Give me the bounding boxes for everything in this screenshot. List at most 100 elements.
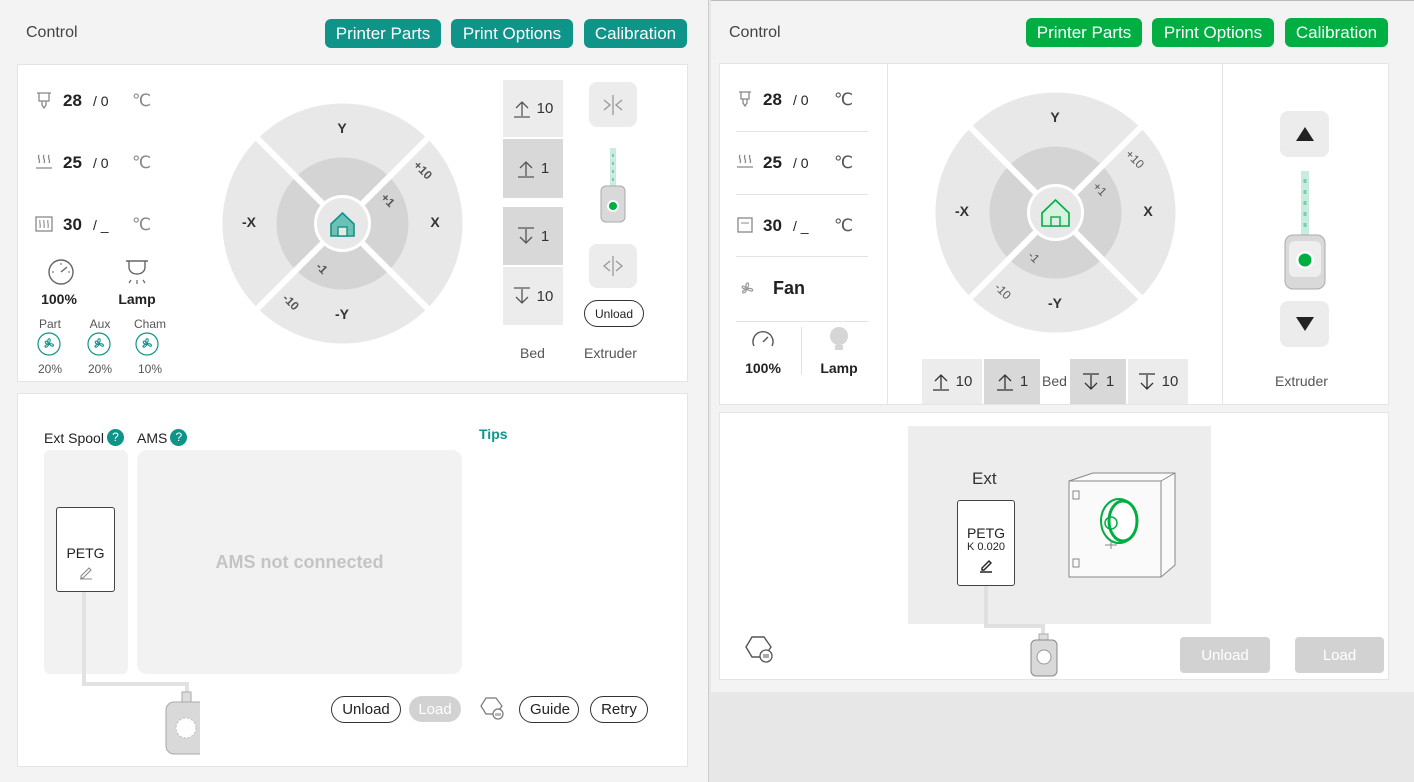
chamber-temp-target[interactable]: / _ [93,217,109,233]
edit-icon[interactable] [978,557,994,573]
row-divider [736,194,868,195]
ext-spool-slot[interactable]: PETG [56,507,115,592]
load-button[interactable]: Load [409,696,461,722]
unload-button[interactable]: Unload [331,696,401,723]
extruder-unload-button[interactable]: Unload [584,300,644,327]
ams-status: AMS not connected [215,551,384,572]
fan-part-value: 20% [37,362,63,376]
load-button[interactable]: Load [1295,637,1384,673]
bed-down-10-button[interactable]: 10 [503,267,563,325]
bed-up-10-button[interactable]: 10 [503,80,563,137]
calibration-button[interactable]: Calibration [1285,18,1388,47]
ext-spool-slot[interactable]: PETG K 0.020 [957,500,1015,586]
nozzle-settings-icon[interactable] [745,635,775,665]
arrow-down-icon [517,227,534,244]
extruder-down-button[interactable] [1280,301,1329,347]
jog-pad[interactable]: Y -Y X -X +10 +1 -1 -10 [222,103,463,344]
fan-aux[interactable]: Aux 20% [84,317,116,376]
fan-chamber[interactable]: Cham 10% [132,317,168,376]
fan-icon [741,282,754,294]
jog-nx[interactable]: -X [242,214,257,230]
divider [887,63,888,405]
nozzle-settings-icon[interactable] [480,696,506,722]
filament-path-icon [82,592,200,755]
jog-ny[interactable]: -Y [335,306,350,322]
tips-link[interactable]: Tips [479,426,508,442]
extruder-up-button[interactable] [589,82,637,127]
jog-x[interactable]: X [1143,203,1153,219]
print-options-button[interactable]: Print Options [1152,18,1274,47]
arrow-up-icon [513,100,530,118]
fan-part[interactable]: Part 20% [34,317,66,376]
nozzle-temp-row[interactable]: 28 / 0 ℃ [736,89,866,111]
nozzle-temp-target[interactable]: / 0 [93,93,109,109]
bed-down-1-button[interactable]: 1 [503,207,563,265]
edit-icon[interactable] [78,564,94,580]
bed-up-10-button[interactable]: 10 [922,359,982,404]
help-icon[interactable]: ? [106,429,124,446]
bed-heat-icon [36,154,52,169]
nozzle-temp-row[interactable]: 28 / 0 ℃ [34,90,164,112]
fan-icon [87,332,111,356]
extruder-head-icon [600,148,626,223]
speedometer-icon [48,259,74,285]
ext-spool-text: Ext Spool [44,429,104,446]
bed-down-10-button[interactable]: 10 [1128,359,1188,404]
lamp-label: Lamp [118,291,156,307]
help-icon[interactable]: ? [170,429,188,446]
extruder-down-button[interactable] [589,244,637,288]
arrow-up-icon [517,160,534,178]
jog-ny[interactable]: -Y [1048,295,1063,311]
jog-y[interactable]: Y [1050,109,1060,125]
bed-label: Bed [520,345,545,361]
nozzle-temp-value: 28 [763,90,782,109]
arrow-down-icon [1082,372,1099,390]
guide-button[interactable]: Guide [519,696,579,723]
lamp-control[interactable]: Lamp [814,326,864,376]
fan-row[interactable]: Fan [736,277,866,301]
retry-button[interactable]: Retry [590,696,648,723]
jog-y[interactable]: Y [337,120,347,136]
chamber-temp-row[interactable]: 30 / _ ℃ [34,214,164,236]
speedometer-icon [752,330,774,347]
extruder-up-button[interactable] [1280,111,1329,157]
row-divider [736,131,868,132]
jog-x[interactable]: X [430,214,440,230]
arrow-up-icon [996,373,1013,391]
print-options-button[interactable]: Print Options [451,19,573,48]
chamber-temp-row[interactable]: 30 / _ ℃ [736,215,866,237]
chamber-temp-target[interactable]: / _ [793,218,809,234]
bed-temp-row[interactable]: 25 / 0 ℃ [34,152,164,174]
bed-temp-target[interactable]: / 0 [93,155,109,171]
bed-up-1-button[interactable]: 1 [984,359,1040,404]
nozzle-temp-unit: ℃ [132,91,152,110]
bed-up-10-label: 10 [955,373,973,390]
nozzle-temp-target[interactable]: / 0 [793,92,809,108]
nozzle-temp-value: 28 [63,91,82,110]
unload-button[interactable]: Unload [1180,637,1270,673]
row-divider [736,256,868,257]
speed-value: 100% [41,291,77,307]
ext-label: Ext [972,469,997,488]
fan-aux-value: 20% [87,362,113,376]
triangle-up-icon [1295,127,1314,141]
jog-pad[interactable]: Y -Y X -X +10 +1 -1 -10 [935,92,1176,333]
speed-control[interactable]: 100% [738,328,788,376]
retract-icon [603,95,623,115]
lamp-control[interactable]: Lamp [112,258,162,310]
bed-down-1-button[interactable]: 1 [1070,359,1126,404]
calibration-button[interactable]: Calibration [584,19,687,48]
printer-parts-button[interactable]: Printer Parts [1026,18,1142,47]
bed-down-10-label: 10 [1161,373,1179,390]
arrow-up-icon [932,373,949,391]
printer-parts-button[interactable]: Printer Parts [325,19,441,48]
speed-control[interactable]: 100% [38,258,84,310]
bed-temp-target[interactable]: / 0 [793,155,809,171]
bed-temp-row[interactable]: 25 / 0 ℃ [736,152,866,174]
left-control-title: Control [26,24,78,41]
bed-up-1-button[interactable]: 1 [503,139,563,198]
fan-icon [37,332,61,356]
fan-cham-label: Cham [133,317,166,331]
jog-nx[interactable]: -X [955,203,970,219]
ams-text: AMS [137,429,168,446]
